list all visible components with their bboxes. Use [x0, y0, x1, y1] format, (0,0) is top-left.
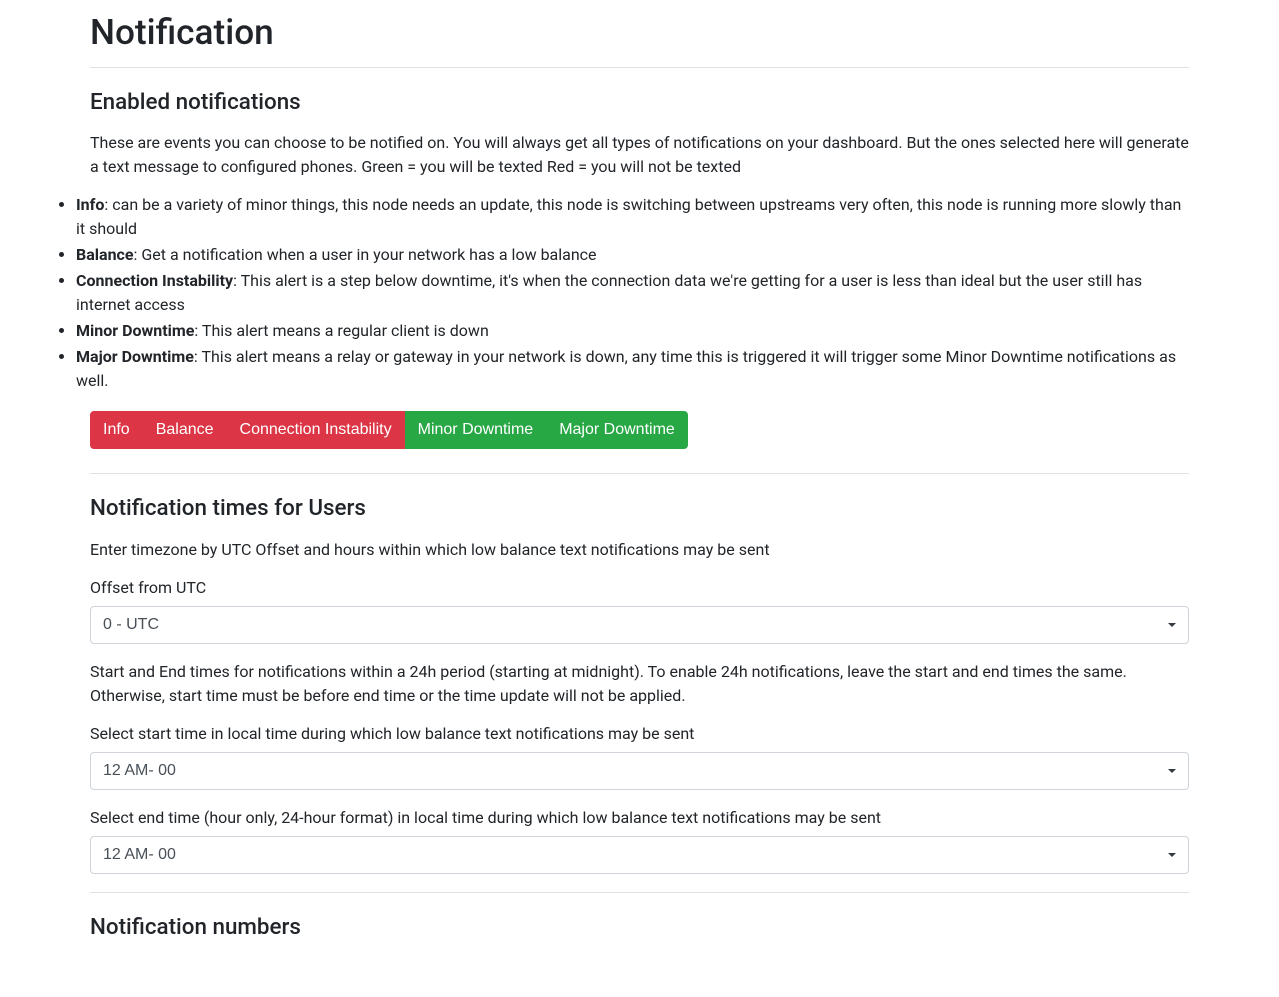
- enabled-list: Info: can be a variety of minor things, …: [76, 193, 1189, 393]
- start-time-label: Select start time in local time during w…: [90, 722, 1189, 746]
- minor-downtime-label: Minor Downtime: [76, 321, 194, 340]
- list-item: Balance: Get a notification when a user …: [76, 243, 1189, 267]
- end-time-select[interactable]: 12 AM- 00: [90, 836, 1189, 874]
- divider: [90, 892, 1189, 893]
- enabled-heading: Enabled notifications: [90, 86, 1189, 120]
- list-item: Minor Downtime: This alert means a regul…: [76, 319, 1189, 343]
- list-item: Connection Instability: This alert is a …: [76, 269, 1189, 317]
- conn-instability-desc: : This alert is a step below downtime, i…: [76, 271, 1142, 314]
- start-time-select[interactable]: 12 AM- 00: [90, 752, 1189, 790]
- balance-desc: : Get a notification when a user in your…: [134, 245, 597, 264]
- list-item: Major Downtime: This alert means a relay…: [76, 345, 1189, 393]
- toggles-group: InfoBalanceConnection InstabilityMinor D…: [90, 411, 688, 449]
- toggle-minor-downtime-button[interactable]: Minor Downtime: [405, 411, 547, 449]
- conn-instability-label: Connection Instability: [76, 271, 233, 290]
- enabled-intro: These are events you can choose to be no…: [90, 131, 1189, 179]
- info-desc: : can be a variety of minor things, this…: [76, 195, 1181, 238]
- numbers-heading: Notification numbers: [90, 911, 1189, 945]
- end-time-label: Select end time (hour only, 24-hour form…: [90, 806, 1189, 830]
- minor-downtime-desc: : This alert means a regular client is d…: [194, 321, 488, 340]
- toggle-balance-button[interactable]: Balance: [143, 411, 227, 449]
- major-downtime-label: Major Downtime: [76, 347, 194, 366]
- offset-select[interactable]: 0 - UTC: [90, 606, 1189, 644]
- times-intro: Enter timezone by UTC Offset and hours w…: [90, 538, 1189, 562]
- times-heading: Notification times for Users: [90, 492, 1189, 526]
- toggle-connection-instability-button[interactable]: Connection Instability: [227, 411, 405, 449]
- toggle-info-button[interactable]: Info: [90, 411, 143, 449]
- balance-label: Balance: [76, 245, 134, 264]
- offset-label: Offset from UTC: [90, 576, 1189, 600]
- page-title: Notification: [90, 6, 1189, 68]
- info-label: Info: [76, 195, 104, 214]
- list-item: Info: can be a variety of minor things, …: [76, 193, 1189, 241]
- range-note: Start and End times for notifications wi…: [90, 660, 1189, 708]
- divider: [90, 473, 1189, 474]
- toggle-major-downtime-button[interactable]: Major Downtime: [546, 411, 688, 449]
- major-downtime-desc: : This alert means a relay or gateway in…: [76, 347, 1176, 390]
